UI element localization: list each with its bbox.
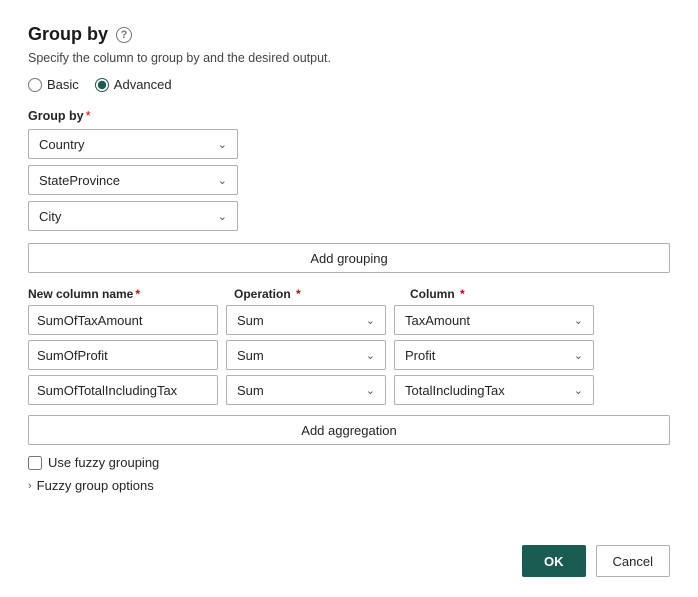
groupby-dropdown-2-value: City [39, 209, 61, 224]
chevron-down-icon-2: ⌄ [218, 210, 227, 223]
chevron-down-icon-op-1: ⌄ [366, 349, 375, 362]
dialog-subtitle: Specify the column to group by and the d… [28, 51, 670, 65]
radio-advanced-option[interactable]: Advanced [95, 77, 172, 92]
col-header-column: Column * [410, 287, 610, 301]
agg-name-input-2[interactable] [28, 375, 218, 405]
add-aggregation-button[interactable]: Add aggregation [28, 415, 670, 445]
agg-row-0: Sum ⌄ TaxAmount ⌄ [28, 305, 670, 335]
agg-column-value-2: TotalIncludingTax [405, 383, 505, 398]
groupby-required: * [86, 108, 91, 123]
col-header-name: New column name* [28, 287, 218, 301]
agg-column-dropdown-0[interactable]: TaxAmount ⌄ [394, 305, 594, 335]
chevron-down-icon-col-0: ⌄ [574, 314, 583, 327]
agg-column-value-1: Profit [405, 348, 435, 363]
agg-column-value-0: TaxAmount [405, 313, 470, 328]
groupby-label: Group by [28, 109, 84, 123]
groupby-dropdown-1[interactable]: StateProvince ⌄ [28, 165, 238, 195]
agg-row-1: Sum ⌄ Profit ⌄ [28, 340, 670, 370]
groupby-dropdown-0-trigger[interactable]: Country ⌄ [28, 129, 238, 159]
fuzzy-grouping-checkbox[interactable] [28, 456, 42, 470]
chevron-down-icon-col-1: ⌄ [574, 349, 583, 362]
agg-operation-value-0: Sum [237, 313, 264, 328]
groupby-label-wrap: Group by* [28, 108, 670, 123]
chevron-right-icon: › [28, 480, 32, 492]
radio-advanced-label: Advanced [114, 77, 172, 92]
chevron-down-icon-0: ⌄ [218, 138, 227, 151]
group-by-dialog: Group by ? Specify the column to group b… [0, 0, 698, 597]
agg-operation-dropdown-1[interactable]: Sum ⌄ [226, 340, 386, 370]
help-icon[interactable]: ? [116, 27, 132, 43]
fuzzy-grouping-label: Use fuzzy grouping [48, 455, 159, 470]
chevron-down-icon-1: ⌄ [218, 174, 227, 187]
groupby-dropdown-1-value: StateProvince [39, 173, 120, 188]
agg-name-input-0[interactable] [28, 305, 218, 335]
fuzzy-group-options-row[interactable]: › Fuzzy group options [28, 478, 670, 493]
chevron-down-icon-op-0: ⌄ [366, 314, 375, 327]
agg-name-input-1[interactable] [28, 340, 218, 370]
add-grouping-button[interactable]: Add grouping [28, 243, 670, 273]
groupby-dropdown-0[interactable]: Country ⌄ [28, 129, 238, 159]
chevron-down-icon-op-2: ⌄ [366, 384, 375, 397]
agg-column-dropdown-1[interactable]: Profit ⌄ [394, 340, 594, 370]
radio-advanced-input[interactable] [95, 78, 109, 92]
dialog-footer: OK Cancel [28, 535, 670, 577]
col-header-required: * [135, 287, 140, 301]
ok-button[interactable]: OK [522, 545, 586, 577]
agg-operation-dropdown-0[interactable]: Sum ⌄ [226, 305, 386, 335]
cancel-button[interactable]: Cancel [596, 545, 670, 577]
groupby-dropdown-2[interactable]: City ⌄ [28, 201, 238, 231]
dialog-title: Group by [28, 24, 108, 45]
chevron-down-icon-col-2: ⌄ [574, 384, 583, 397]
agg-column-dropdown-2[interactable]: TotalIncludingTax ⌄ [394, 375, 594, 405]
radio-basic-option[interactable]: Basic [28, 77, 79, 92]
mode-radio-group: Basic Advanced [28, 77, 670, 92]
aggregation-rows: Sum ⌄ TaxAmount ⌄ Sum ⌄ Profit ⌄ Sum [28, 305, 670, 405]
fuzzy-group-options-label: Fuzzy group options [37, 478, 154, 493]
radio-basic-input[interactable] [28, 78, 42, 92]
agg-col-headers: New column name* Operation * Column * [28, 287, 670, 301]
fuzzy-grouping-row: Use fuzzy grouping [28, 455, 670, 470]
agg-operation-value-2: Sum [237, 383, 264, 398]
title-row: Group by ? [28, 24, 670, 45]
col-header-operation: Operation * [234, 287, 394, 301]
groupby-dropdown-2-trigger[interactable]: City ⌄ [28, 201, 238, 231]
agg-operation-dropdown-2[interactable]: Sum ⌄ [226, 375, 386, 405]
groupby-dropdown-0-value: Country [39, 137, 85, 152]
agg-operation-value-1: Sum [237, 348, 264, 363]
groupby-dropdown-1-trigger[interactable]: StateProvince ⌄ [28, 165, 238, 195]
groupby-dropdowns: Country ⌄ StateProvince ⌄ City ⌄ [28, 129, 670, 231]
radio-basic-label: Basic [47, 77, 79, 92]
agg-row-2: Sum ⌄ TotalIncludingTax ⌄ [28, 375, 670, 405]
